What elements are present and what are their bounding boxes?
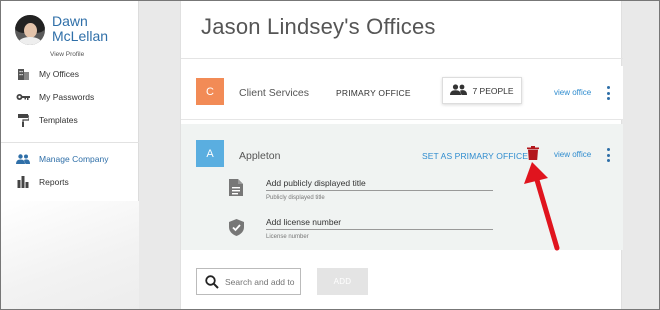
- document-icon: [229, 179, 245, 197]
- shield-check-icon: [229, 219, 245, 237]
- people-count: 7 PEOPLE: [472, 85, 514, 96]
- page-title: Jason Lindsey's Offices: [201, 14, 436, 39]
- view-office-link[interactable]: view office: [554, 88, 591, 97]
- people-icon: [450, 82, 468, 100]
- license-number-field[interactable]: Add license number: [266, 217, 493, 230]
- sidebar-item-manage-company[interactable]: Manage Company: [1, 150, 139, 168]
- public-title-field[interactable]: Add publicly displayed title: [266, 178, 493, 191]
- office-name: Appleton: [239, 150, 281, 162]
- view-profile-link[interactable]: View Profile: [50, 51, 84, 58]
- sidebar-item-label: My Passwords: [39, 92, 95, 102]
- public-title-hint: Publicly displayed title: [266, 195, 325, 201]
- more-options-icon[interactable]: [606, 86, 610, 100]
- title-divider: [181, 58, 623, 59]
- search-icon: [205, 274, 219, 289]
- office-name: Client Services: [239, 87, 310, 99]
- set-primary-office-button[interactable]: SET AS PRIMARY OFFICE: [422, 151, 528, 161]
- office-badge: C: [196, 78, 224, 105]
- search-box[interactable]: [196, 268, 301, 295]
- sidebar-background: [1, 201, 139, 309]
- search-input[interactable]: [225, 276, 295, 287]
- trash-icon[interactable]: [527, 146, 539, 160]
- avatar[interactable]: [15, 15, 45, 45]
- sidebar-item-templates[interactable]: Templates: [1, 111, 139, 129]
- sidebar-item-reports[interactable]: Reports: [1, 173, 139, 191]
- bar-chart-icon: [16, 176, 30, 188]
- annotation-arrow: [524, 162, 560, 251]
- sidebar-item-label: Reports: [39, 177, 69, 187]
- sidebar-item-label: Templates: [39, 115, 78, 125]
- add-button[interactable]: ADD: [317, 268, 368, 295]
- paint-roller-icon: [16, 113, 30, 127]
- office-badge: A: [196, 140, 224, 167]
- primary-office-label: PRIMARY OFFICE: [336, 88, 411, 98]
- more-options-icon[interactable]: [606, 148, 610, 162]
- people-icon: [16, 153, 30, 165]
- license-number-hint: License number: [266, 234, 309, 240]
- building-icon: [16, 68, 30, 80]
- key-icon: [16, 91, 30, 103]
- sidebar-item-label: Manage Company: [39, 154, 109, 164]
- sidebar-item-my-offices[interactable]: My Offices: [1, 65, 139, 83]
- sidebar: Dawn McLellan View Profile My Offices My…: [1, 1, 139, 309]
- people-button[interactable]: 7 PEOPLE: [442, 77, 522, 104]
- office-row-client-services: C Client Services PRIMARY OFFICE 7 PEOPL…: [181, 66, 623, 120]
- view-office-link[interactable]: view office: [554, 150, 591, 159]
- user-name: Dawn McLellan: [52, 13, 109, 44]
- sidebar-item-label: My Offices: [39, 69, 79, 79]
- sidebar-item-my-passwords[interactable]: My Passwords: [1, 88, 139, 106]
- sidebar-divider: [1, 142, 139, 143]
- main-panel: Jason Lindsey's Offices C Client Service…: [180, 0, 623, 310]
